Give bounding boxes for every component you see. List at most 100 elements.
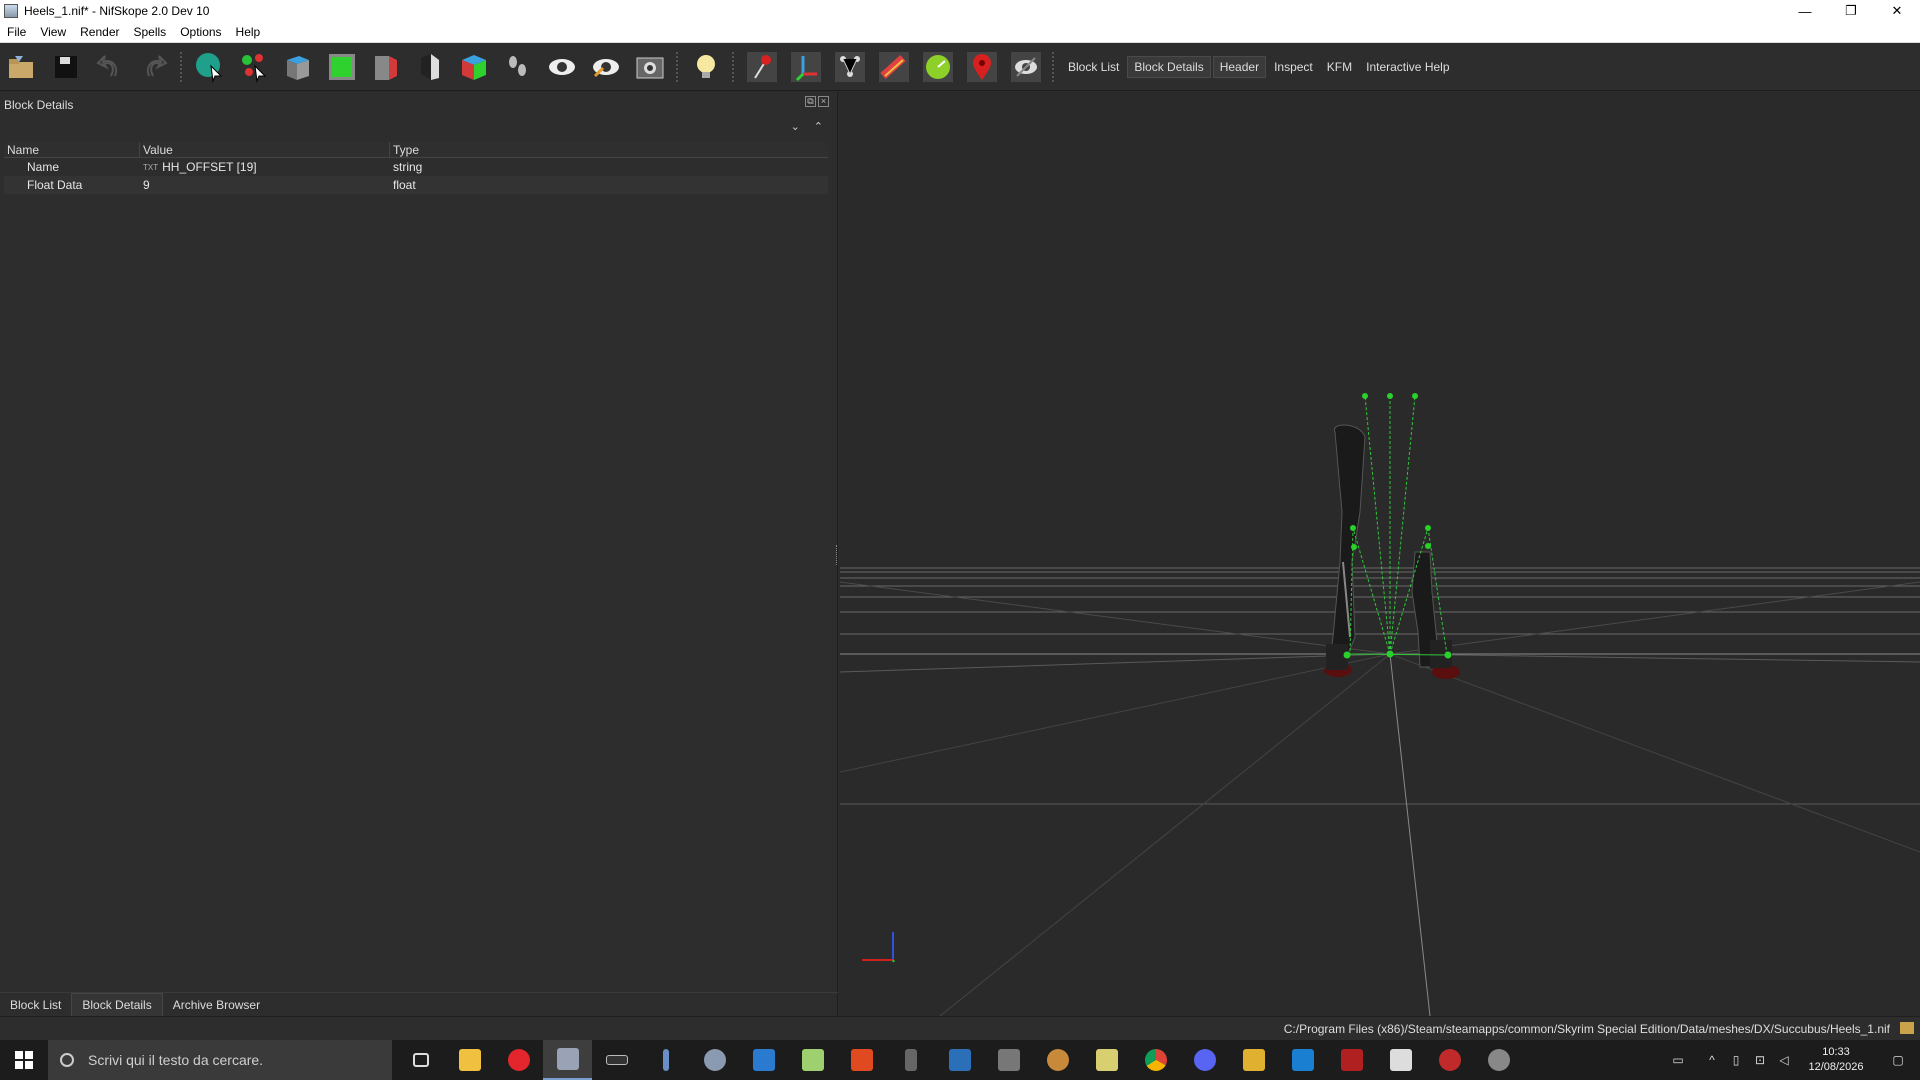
taskbar-app-13[interactable] xyxy=(984,1040,1033,1080)
axes-button[interactable] xyxy=(786,47,826,87)
display-icon[interactable]: ▯ xyxy=(1724,1040,1748,1080)
boots-mesh xyxy=(1324,424,1460,679)
menu-options[interactable]: Options xyxy=(173,25,228,39)
show-nodes-button[interactable] xyxy=(586,47,626,87)
toolbar-link-kfm[interactable]: KFM xyxy=(1321,57,1358,77)
start-button[interactable] xyxy=(0,1040,48,1080)
taskbar-nifskope[interactable] xyxy=(543,1040,592,1080)
markers-button[interactable] xyxy=(962,47,1002,87)
clock-date: 12/08/2026 xyxy=(1808,1061,1864,1073)
tab-block-list[interactable]: Block List xyxy=(0,994,71,1016)
render-viewport[interactable] xyxy=(840,92,1920,1016)
text-type-icon: TXT xyxy=(143,163,159,172)
row-value[interactable]: 9 xyxy=(140,176,390,194)
task-view-icon xyxy=(412,1053,429,1067)
walk-mode-button[interactable] xyxy=(498,47,538,87)
open-button[interactable] xyxy=(2,47,42,87)
tab-archive-browser[interactable]: Archive Browser xyxy=(163,994,270,1016)
select-vertex-button[interactable] xyxy=(234,47,274,87)
menu-view[interactable]: View xyxy=(33,25,73,39)
table-row[interactable]: Name TXT HH_OFFSET [19] string xyxy=(4,158,828,176)
taskbar-app-20[interactable] xyxy=(1327,1040,1376,1080)
toolbar-link-inspect[interactable]: Inspect xyxy=(1268,57,1319,77)
close-button[interactable]: ✕ xyxy=(1874,0,1920,22)
column-header-value[interactable]: Value xyxy=(140,141,390,158)
volume-icon[interactable]: ◁ xyxy=(1772,1040,1796,1080)
constraints-button[interactable] xyxy=(918,47,958,87)
view-grey-cube-button[interactable] xyxy=(278,47,318,87)
footsteps-icon xyxy=(509,55,526,76)
view-side-button[interactable] xyxy=(366,47,406,87)
tab-block-details[interactable]: Block Details xyxy=(71,993,163,1016)
panel-splitter-handle[interactable] xyxy=(836,545,838,565)
close-panel-icon[interactable]: × xyxy=(818,96,829,107)
pin-button[interactable] xyxy=(742,47,782,87)
taskbar-app-11[interactable] xyxy=(886,1040,935,1080)
network-icon[interactable]: ⊡ xyxy=(1748,1040,1772,1080)
view-user-button[interactable] xyxy=(410,47,450,87)
collision-button[interactable] xyxy=(874,47,914,87)
chevron-down-icon[interactable]: ⌄ xyxy=(791,120,800,133)
float-panel-icon[interactable]: ⧉ xyxy=(805,96,816,107)
toolbar-link-header[interactable]: Header xyxy=(1212,55,1267,78)
half-shade-icon xyxy=(421,53,439,80)
lighting-button[interactable] xyxy=(686,47,726,87)
title-bar: Heels_1.nif* - NifSkope 2.0 Dev 10 — ❐ ✕ xyxy=(0,0,1920,22)
opera-icon xyxy=(507,1049,530,1071)
taskbar-app-19[interactable] xyxy=(1278,1040,1327,1080)
keyboard-icon[interactable]: ▭ xyxy=(1656,1040,1700,1080)
taskbar-app-7[interactable] xyxy=(690,1040,739,1080)
select-object-button[interactable] xyxy=(190,47,230,87)
table-row[interactable]: Float Data 9 float xyxy=(4,176,828,194)
row-name: Float Data xyxy=(27,178,83,192)
hide-button[interactable] xyxy=(1006,47,1046,87)
taskbar-discord[interactable] xyxy=(1180,1040,1229,1080)
column-header-name[interactable]: Name xyxy=(4,141,140,158)
taskbar-app-23[interactable] xyxy=(1474,1040,1523,1080)
taskbar-app-6[interactable] xyxy=(641,1040,690,1080)
taskbar-app-9[interactable] xyxy=(788,1040,837,1080)
restore-button[interactable]: ❐ xyxy=(1828,0,1874,22)
chevron-up-icon[interactable]: ⌃ xyxy=(814,120,823,133)
app-icon xyxy=(948,1049,971,1071)
undo-button[interactable] xyxy=(90,47,130,87)
toolbar-link-block-list[interactable]: Block List xyxy=(1062,57,1125,77)
taskbar-file-explorer[interactable] xyxy=(445,1040,494,1080)
redo-button[interactable] xyxy=(134,47,174,87)
taskbar-app-12[interactable] xyxy=(935,1040,984,1080)
discord-icon xyxy=(1193,1049,1216,1071)
menu-help[interactable]: Help xyxy=(229,25,268,39)
taskbar-search-input[interactable]: Scrivi qui il testo da cercare. xyxy=(48,1040,392,1080)
taskbar-app-21[interactable] xyxy=(1376,1040,1425,1080)
menu-file[interactable]: File xyxy=(0,25,33,39)
taskbar-opera[interactable] xyxy=(494,1040,543,1080)
chevron-up-icon[interactable]: ^ xyxy=(1700,1040,1724,1080)
row-value[interactable]: TXT HH_OFFSET [19] xyxy=(140,158,390,176)
screenshot-button[interactable] xyxy=(630,47,670,87)
clock-time: 10:33 xyxy=(1822,1046,1850,1058)
menu-render[interactable]: Render xyxy=(73,25,126,39)
taskbar-app-15[interactable] xyxy=(1082,1040,1131,1080)
taskbar-app-14[interactable] xyxy=(1033,1040,1082,1080)
view-perspective-button[interactable] xyxy=(454,47,494,87)
taskbar-app-10[interactable] xyxy=(837,1040,886,1080)
taskbar-chrome[interactable] xyxy=(1131,1040,1180,1080)
save-button[interactable] xyxy=(46,47,86,87)
view-front-button[interactable] xyxy=(322,47,362,87)
clock[interactable]: 10:33 12/08/2026 xyxy=(1796,1045,1876,1075)
minimize-button[interactable]: — xyxy=(1782,0,1828,22)
taskbar-app-22[interactable] xyxy=(1425,1040,1474,1080)
show-hidden-button[interactable] xyxy=(542,47,582,87)
row-name: Name xyxy=(27,160,60,174)
dock-tabs: Block List Block Details Archive Browser xyxy=(0,992,838,1016)
taskbar-app-5[interactable] xyxy=(592,1040,641,1080)
menu-spells[interactable]: Spells xyxy=(127,25,174,39)
skeleton-button[interactable] xyxy=(830,47,870,87)
taskbar-app-18[interactable] xyxy=(1229,1040,1278,1080)
column-header-type[interactable]: Type xyxy=(390,142,828,158)
task-view-button[interactable] xyxy=(396,1040,445,1080)
notifications-icon[interactable]: ▢ xyxy=(1876,1040,1920,1080)
toolbar-link-interactive-help[interactable]: Interactive Help xyxy=(1360,57,1455,77)
toolbar-link-block-details[interactable]: Block Details xyxy=(1127,55,1211,78)
taskbar-app-8[interactable] xyxy=(739,1040,788,1080)
